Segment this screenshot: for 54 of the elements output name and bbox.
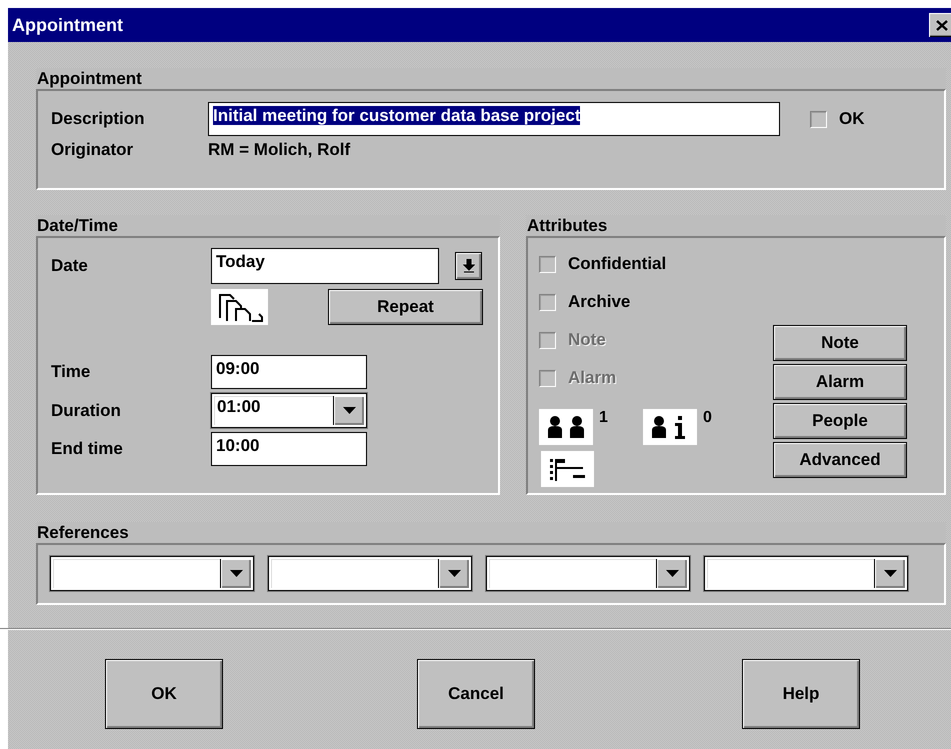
people-count: 1 (599, 409, 608, 427)
repeat-button[interactable]: Repeat (328, 289, 483, 325)
attribute-button[interactable]: Alarm (773, 364, 907, 400)
dropdown-button[interactable] (333, 396, 364, 425)
reference-combo[interactable] (50, 556, 254, 591)
down-arrow-icon (666, 570, 678, 578)
checkbox[interactable] (539, 294, 556, 310)
group-title: Date/Time (36, 215, 118, 236)
close-icon (936, 20, 948, 30)
people-icon (545, 414, 587, 440)
field-label: Originator (51, 140, 134, 160)
end-time-field[interactable]: 10:00 (211, 432, 367, 466)
checkbox[interactable] (539, 256, 556, 272)
field-label: End time (51, 439, 124, 459)
dropdown-button[interactable] (455, 252, 482, 280)
dropdown-button[interactable] (438, 559, 469, 588)
checkbox-label[interactable]: OK (839, 109, 864, 129)
field-label: Duration (51, 400, 122, 420)
time-field[interactable]: 09:00 (211, 355, 367, 389)
dropdown-button[interactable] (220, 559, 251, 588)
info-count: 0 (703, 409, 712, 427)
description-field[interactable]: Initial meeting for customer data base project (208, 102, 780, 136)
checkbox-label[interactable]: Archive (568, 292, 630, 312)
reference-combo[interactable] (704, 556, 908, 591)
checkbox[interactable] (810, 110, 827, 128)
attribute-button[interactable]: People (773, 403, 907, 439)
originator-value: RM = Molich, Rolf (208, 140, 352, 160)
field-label: Description (51, 109, 146, 129)
reference-combo[interactable] (268, 556, 472, 591)
down-arrow-icon (884, 570, 896, 578)
dialog-button[interactable]: OK (105, 659, 223, 729)
close-button[interactable] (929, 13, 951, 37)
down-arrow-icon (462, 259, 474, 273)
reference-combo[interactable] (486, 556, 690, 591)
down-arrow-icon (342, 406, 356, 414)
group-title: Appointment (36, 68, 142, 89)
duration-combo[interactable]: 01:00 (211, 393, 367, 428)
dropdown-button[interactable] (874, 559, 905, 588)
field-label: Date (51, 256, 89, 276)
group-title: References (36, 522, 129, 543)
date-field[interactable]: Today (211, 248, 439, 284)
attribute-button[interactable]: Advanced (773, 442, 907, 478)
attribute-button[interactable]: Note (773, 325, 907, 361)
down-arrow-icon (448, 570, 460, 578)
down-arrow-icon (230, 570, 242, 578)
dialog-button[interactable]: Help (742, 659, 860, 729)
checkbox-label[interactable]: Confidential (568, 254, 666, 274)
dialog-button[interactable]: Cancel (417, 659, 535, 729)
group-title: Attributes (526, 215, 608, 236)
dropdown-button[interactable] (656, 559, 687, 588)
field-label: Time (51, 362, 92, 382)
outline-icon (548, 457, 588, 481)
window-title: Appointment (12, 14, 123, 36)
pages-icon (216, 292, 262, 322)
